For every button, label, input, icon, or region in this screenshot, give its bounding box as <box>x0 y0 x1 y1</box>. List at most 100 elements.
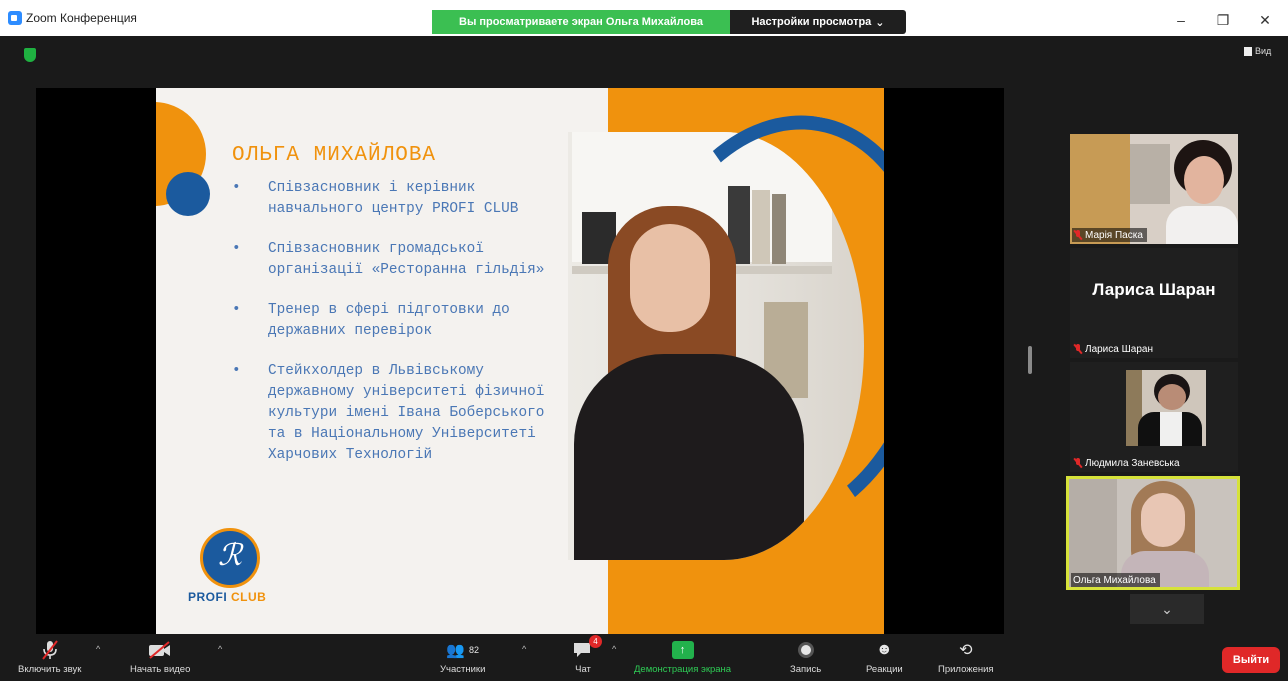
restore-button[interactable]: ❐ <box>1208 10 1238 30</box>
participant-tile[interactable]: Людмила Заневська <box>1070 362 1238 472</box>
wall <box>1069 479 1117 587</box>
bullet-text: Співзасновник і керівник навчального цен… <box>268 180 519 217</box>
zoom-logo-icon <box>8 11 22 25</box>
body <box>1166 206 1238 244</box>
reactions-button[interactable]: ☻ Реакции <box>866 638 903 680</box>
share-arrow-icon: ↑ <box>671 641 694 659</box>
participant-name: Ольга Михайлова <box>1073 574 1156 586</box>
collar <box>1160 412 1182 446</box>
participant-display-name: Лариса Шаран <box>1092 280 1216 299</box>
muted-microphone-icon <box>40 638 60 662</box>
chat-unread-badge: 4 <box>589 635 602 648</box>
participant-tile[interactable]: Лариса Шаран Лариса Шаран <box>1070 248 1238 358</box>
shared-screen: ОЛЬГА МИХАЙЛОВА • Співзасновник і керівни… <box>36 88 1004 634</box>
view-button-label: Вид <box>1255 46 1272 56</box>
chevron-down-icon: ⌄ <box>1161 600 1173 617</box>
record-label: Запись <box>790 664 822 675</box>
video-options-caret[interactable]: ^ <box>218 644 222 654</box>
participants-options-caret[interactable]: ^ <box>522 644 526 654</box>
share-screen-icon: ↑ <box>671 638 694 662</box>
participants-icon: 👥 82 <box>446 638 479 662</box>
presentation-slide: ОЛЬГА МИХАЙЛОВА • Співзасновник і керівни… <box>156 88 884 634</box>
slide-bullet-list: • Співзасновник і керівник навчального це… <box>228 178 568 485</box>
video-off-icon <box>147 638 173 662</box>
slide-blue-circle <box>166 172 210 216</box>
participant-tile[interactable]: Марія Паска <box>1070 134 1238 244</box>
slide-bullet: • Співзасновник громадської організації «… <box>228 239 568 281</box>
bullet-text: Співзасновник громадської організації «Р… <box>268 241 545 278</box>
participant-name-label: Марія Паска <box>1072 228 1147 242</box>
slide-title: ОЛЬГА МИХАЙЛОВА <box>232 144 437 167</box>
face <box>1184 156 1224 204</box>
slide-bullet: • Тренер в сфері підготовки до державних … <box>228 300 568 342</box>
security-shield-icon[interactable] <box>24 48 36 62</box>
bullet-text: Стейкхолдер в Львівському державному уні… <box>268 363 545 463</box>
bullet-dot: • <box>232 302 241 318</box>
view-grid-icon <box>1244 46 1252 56</box>
people-glyph: 👥 <box>446 642 466 659</box>
share-screen-label: Демонстрация экрана <box>634 664 732 675</box>
participant-tile-active-speaker[interactable]: Ольга Михайлова <box>1066 476 1240 590</box>
muted-mic-icon <box>1074 230 1082 240</box>
chat-options-caret[interactable]: ^ <box>612 644 616 654</box>
audio-options-caret[interactable]: ^ <box>96 644 100 654</box>
logo-text-profi: PROFI <box>188 590 228 604</box>
participants-count: 82 <box>469 645 480 655</box>
app-title: Zoom Конференция <box>8 8 137 28</box>
participant-video <box>1126 370 1206 446</box>
face <box>1158 384 1186 410</box>
participants-label: Участники <box>440 664 486 675</box>
participants-button[interactable]: 👥 82 Участники <box>440 638 485 680</box>
face <box>1141 493 1185 547</box>
chevron-down-icon: ⌄ <box>875 16 885 29</box>
unmute-label: Включить звук <box>18 664 82 675</box>
profi-logo-mark: ℛ <box>218 538 242 573</box>
meeting-area: Вид ОЛЬГА МИХАЙЛОВА • Співзасновник і кер… <box>0 36 1288 636</box>
participant-name: Лариса Шаран <box>1085 343 1153 355</box>
chat-icon: 4 <box>572 635 602 662</box>
participant-name: Марія Паска <box>1085 229 1143 241</box>
bullet-text: Тренер в сфері підготовки до державних п… <box>268 302 510 339</box>
gallery-next-page-button[interactable]: ⌄ <box>1130 594 1204 624</box>
profi-logo-text: PROFI CLUB <box>188 590 266 604</box>
apps-icon: ⟲ <box>959 642 973 659</box>
chat-button[interactable]: 4 Чат <box>572 635 602 680</box>
reactions-icon: ☻ <box>875 641 893 658</box>
unmute-button[interactable]: Включить звук <box>18 638 81 680</box>
profi-club-logo: ℛ PROFI CLUB <box>186 524 276 614</box>
record-circle <box>797 642 814 658</box>
gallery-resize-handle[interactable] <box>1028 346 1032 374</box>
slide-bullet: • Стейкхолдер в Львівському державному ун… <box>228 361 568 466</box>
app-title-text: Zoom Конференция <box>26 11 137 25</box>
chat-label: Чат <box>575 664 591 675</box>
wall-frames <box>1130 144 1170 204</box>
bullet-dot: • <box>232 180 241 196</box>
apps-label: Приложения <box>938 664 994 675</box>
view-options-label: Настройки просмотра <box>751 16 872 28</box>
reactions-label: Реакции <box>866 664 903 675</box>
participant-name-label: Ольга Михайлова <box>1071 573 1160 587</box>
participant-name: Людмила Заневська <box>1085 457 1180 469</box>
view-button[interactable]: Вид <box>1244 46 1271 56</box>
view-options-button[interactable]: Настройки просмотра ⌄ <box>730 10 906 34</box>
minimize-button[interactable]: – <box>1166 10 1196 30</box>
share-screen-button[interactable]: ↑ Демонстрация экрана <box>634 638 731 680</box>
record-icon <box>797 638 814 662</box>
speaker-photo <box>560 90 884 566</box>
apps-button[interactable]: ⟲ Приложения <box>938 638 994 680</box>
bullet-dot: • <box>232 363 241 379</box>
bullet-dot: • <box>232 241 241 257</box>
participant-name-label: Лариса Шаран <box>1072 342 1157 356</box>
muted-mic-icon <box>1074 344 1082 354</box>
meeting-toolbar: Включить звук ^ Начать видео ^ 👥 82 Учас… <box>0 635 1288 681</box>
participant-name-label: Людмила Заневська <box>1072 456 1184 470</box>
title-bar: Zoom Конференция Вы просматриваете экран… <box>0 0 1288 36</box>
start-video-button[interactable]: Начать видео <box>130 638 190 680</box>
leave-button[interactable]: Выйти <box>1222 647 1280 673</box>
record-button[interactable]: Запись <box>790 638 821 680</box>
start-video-label: Начать видео <box>130 664 191 675</box>
screen-share-banner: Вы просматриваете экран Ольга Михайлова <box>432 10 730 34</box>
slide-bullet: • Співзасновник і керівник навчального це… <box>228 178 568 220</box>
muted-mic-icon <box>1074 458 1082 468</box>
close-button[interactable]: ✕ <box>1250 10 1280 30</box>
